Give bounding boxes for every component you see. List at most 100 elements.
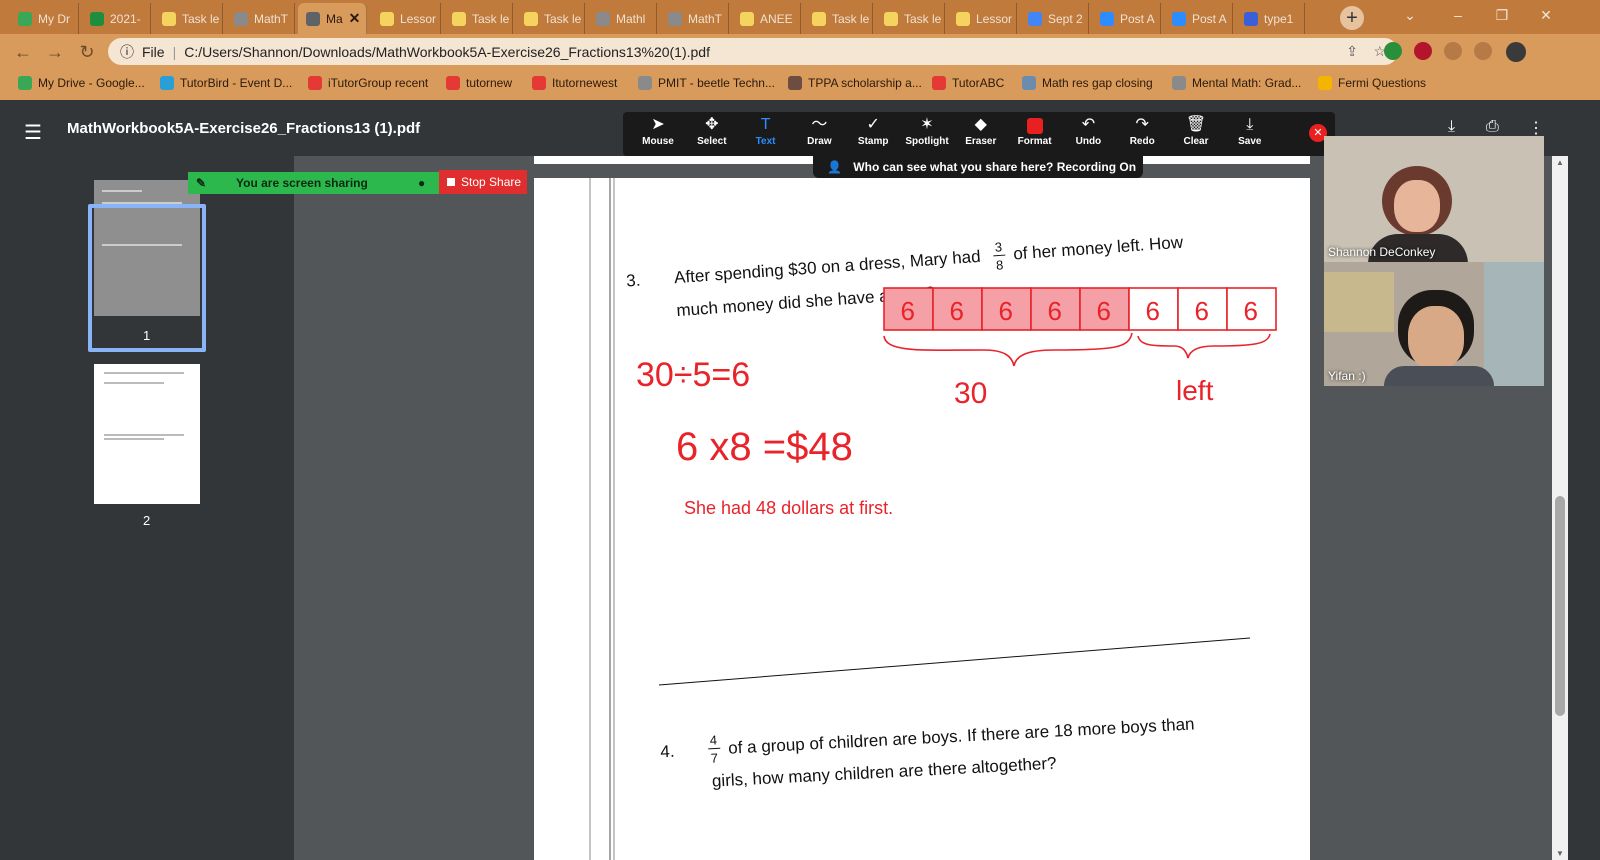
fraction-bar bbox=[993, 254, 1006, 257]
owl-icon bbox=[788, 76, 802, 90]
bookmark-item[interactable]: PMIT - beetle Techn... bbox=[638, 76, 775, 90]
tool-clear[interactable]: 🗑 Clear bbox=[1169, 112, 1223, 156]
google-drive-icon bbox=[18, 76, 32, 90]
browser-tab[interactable]: MathT bbox=[660, 3, 729, 34]
undo-icon: ↶ bbox=[1081, 116, 1096, 133]
restore-icon[interactable]: ❐ bbox=[1480, 0, 1524, 34]
bookmark-item[interactable]: Mental Math: Grad... bbox=[1172, 76, 1301, 90]
bookmark-item[interactable]: Itutornewest bbox=[532, 76, 617, 90]
browser-tab[interactable]: Task le bbox=[804, 3, 873, 34]
download-icon[interactable]: ⤓ bbox=[1448, 118, 1455, 136]
extension-icon[interactable] bbox=[1444, 42, 1462, 60]
tool-label: Clear bbox=[1183, 136, 1209, 147]
lesson-icon bbox=[956, 11, 970, 26]
tool-label: Undo bbox=[1075, 136, 1102, 147]
browser-tab[interactable]: Task le bbox=[444, 3, 513, 34]
bookmark-item[interactable]: TPPA scholarship a... bbox=[788, 76, 922, 90]
tool-stamp[interactable]: ✓ Stamp bbox=[846, 112, 900, 156]
tab-label: Lessor bbox=[400, 11, 437, 26]
video-tile-student[interactable]: Yifan :) bbox=[1324, 262, 1544, 386]
close-window-icon[interactable]: ✕ bbox=[1524, 0, 1568, 34]
browser-tab[interactable]: MathT bbox=[226, 3, 295, 34]
bar-unit-label: 6 bbox=[999, 296, 1013, 326]
problem-3-text-continued: of her money left. How bbox=[1013, 233, 1185, 264]
tool-format[interactable]: Format bbox=[1008, 112, 1062, 156]
close-tab-icon[interactable]: ✕ bbox=[349, 10, 361, 27]
save-icon: ⤓ bbox=[1246, 116, 1254, 133]
tool-select[interactable]: ✥ Select bbox=[685, 112, 739, 156]
bookmark-item[interactable]: TutorBird - Event D... bbox=[160, 76, 292, 90]
info-icon[interactable]: ⓘ bbox=[120, 42, 134, 62]
stamp-icon: ✓ bbox=[866, 116, 880, 133]
browser-tab[interactable]: Task le bbox=[154, 3, 223, 34]
puzzle-icon[interactable] bbox=[1474, 42, 1492, 60]
browser-tab[interactable]: Lessor bbox=[948, 3, 1017, 34]
browser-tab[interactable]: Sept 2 bbox=[1020, 3, 1089, 34]
ublock-icon[interactable] bbox=[1414, 42, 1432, 60]
bookmark-item[interactable]: My Drive - Google... bbox=[18, 76, 145, 90]
menu-icon[interactable]: ☰ bbox=[24, 120, 42, 145]
browser-tab[interactable]: Task le bbox=[876, 3, 945, 34]
browser-tab[interactable]: ANEE bbox=[732, 3, 801, 34]
bookmark-item[interactable]: Fermi Questions bbox=[1318, 76, 1426, 90]
tool-redo[interactable]: ↷ Redo bbox=[1115, 112, 1169, 156]
tool-draw[interactable]: 〜 Draw bbox=[792, 112, 846, 156]
draw-icon: 〜 bbox=[811, 116, 828, 133]
reload-icon[interactable]: ↻ bbox=[76, 41, 98, 63]
tool-undo[interactable]: ↶ Undo bbox=[1061, 112, 1115, 156]
browser-tab[interactable]: Ma ✕ bbox=[298, 3, 367, 34]
browser-tab[interactable]: My Dr bbox=[10, 3, 79, 34]
stop-share-button[interactable]: Stop Share bbox=[439, 170, 527, 194]
tool-label: Redo bbox=[1129, 136, 1155, 147]
scrollbar[interactable]: ▲ ▼ bbox=[1552, 156, 1568, 860]
browser-tab[interactable]: Lessor bbox=[372, 3, 441, 34]
tab-label: Sept 2 bbox=[1048, 11, 1083, 26]
browser-tab[interactable]: 2021- bbox=[82, 3, 151, 34]
tool-label: Select bbox=[697, 136, 727, 147]
back-icon[interactable]: ← bbox=[12, 41, 34, 63]
itutor-icon bbox=[932, 76, 946, 90]
browser-tab[interactable]: Post A bbox=[1164, 3, 1233, 34]
profile-avatar[interactable] bbox=[1506, 42, 1526, 62]
share-visibility-notice[interactable]: 👤 Who can see what you share here? Recor… bbox=[813, 156, 1143, 178]
thumbnail-page-2[interactable] bbox=[94, 364, 200, 504]
new-tab-button[interactable]: + bbox=[1340, 6, 1364, 30]
tool-label: Draw bbox=[807, 136, 832, 147]
bookmark-item[interactable]: Math res gap closing bbox=[1022, 76, 1153, 90]
forward-icon[interactable]: → bbox=[44, 41, 66, 63]
bookmark-item[interactable]: iTutorGroup recent bbox=[308, 76, 428, 90]
tab-label: MathT bbox=[688, 11, 723, 26]
tool-save[interactable]: ⤓ Save bbox=[1223, 112, 1277, 156]
screen-sharing-banner[interactable]: ✎ You are screen sharing ● bbox=[188, 172, 439, 194]
omnibox[interactable]: ⓘ File | C:/Users/Shannon/Downloads/Math… bbox=[108, 38, 1398, 65]
zoom-icon bbox=[1100, 11, 1114, 26]
extension-icon[interactable] bbox=[1384, 42, 1402, 60]
browser-tab[interactable]: Task le bbox=[516, 3, 585, 34]
minimize-icon[interactable]: – bbox=[1436, 0, 1480, 34]
clear-icon: 🗑 bbox=[1185, 116, 1207, 133]
itutor-icon bbox=[532, 76, 546, 90]
scroll-up-icon[interactable]: ▲ bbox=[1556, 158, 1564, 167]
scrollbar-thumb[interactable] bbox=[1555, 496, 1565, 716]
scroll-down-icon[interactable]: ▼ bbox=[1556, 849, 1564, 858]
bookmark-label: TutorABC bbox=[952, 76, 1005, 90]
video-tile-host[interactable]: Shannon DeConkey bbox=[1324, 136, 1544, 262]
browser-tab[interactable]: Post A bbox=[1092, 3, 1161, 34]
tool-eraser[interactable]: ◆ Eraser bbox=[954, 112, 1008, 156]
bookmark-item[interactable]: TutorABC bbox=[932, 76, 1004, 90]
tool-spotlight[interactable]: ✶ Spotlight bbox=[900, 112, 954, 156]
share-icon[interactable]: ⇪ bbox=[1346, 43, 1358, 60]
browser-tab[interactable]: type1 bbox=[1236, 3, 1305, 34]
tab-label: Post A bbox=[1192, 11, 1227, 26]
pin-icon: ✎ bbox=[196, 176, 207, 190]
tab-strip: My Dr 2021- Task le MathT Ma ✕ Lessor Task le Ta… bbox=[0, 0, 1600, 34]
more-options-icon[interactable]: ⋮ bbox=[1528, 118, 1544, 138]
globe-icon bbox=[638, 76, 652, 90]
browser-tab[interactable]: Mathl bbox=[588, 3, 657, 34]
bookmark-item[interactable]: tutornew bbox=[446, 76, 512, 90]
tab-search-icon[interactable]: ⌄ bbox=[1388, 0, 1432, 34]
tool-mouse[interactable]: ➤ Mouse bbox=[631, 112, 685, 156]
url-text: C:/Users/Shannon/Downloads/MathWorkbook5… bbox=[184, 43, 710, 60]
print-icon[interactable]: ⎙ bbox=[1486, 118, 1499, 136]
tool-text[interactable]: T Text bbox=[739, 112, 793, 156]
